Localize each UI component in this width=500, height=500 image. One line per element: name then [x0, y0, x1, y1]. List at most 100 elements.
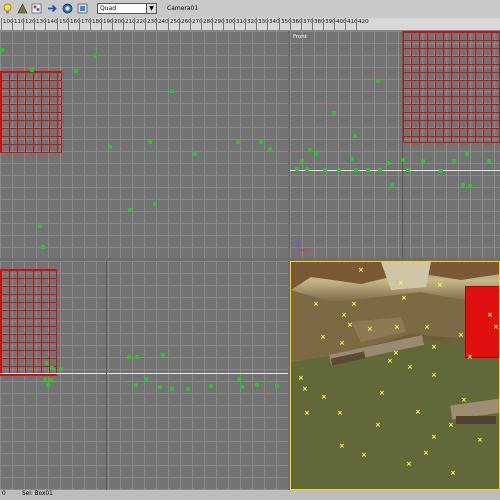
track-marker: ×	[424, 323, 430, 331]
viewport-front[interactable]: Front	[290, 31, 500, 258]
track-point	[148, 140, 152, 144]
track-point	[49, 378, 53, 382]
track-point	[161, 353, 165, 357]
track-point	[314, 152, 318, 156]
track-marker: ×	[304, 409, 310, 417]
box-object[interactable]	[0, 71, 62, 153]
track-point	[461, 183, 465, 187]
ruler-tick: 280	[201, 18, 214, 30]
track-marker: ×	[379, 389, 385, 397]
track-point	[439, 169, 443, 173]
track-point	[468, 184, 472, 188]
ground-axis	[0, 373, 288, 374]
track-point	[378, 168, 382, 172]
track-marker: ×	[367, 325, 373, 333]
track-point	[193, 152, 197, 156]
main-toolbar: Quad ▼ Camera01	[0, 0, 500, 19]
timeline-ruler[interactable]: 100 110 120 130 140 150 160 170 180 190 200 210 220 2…	[0, 18, 500, 31]
track-point	[209, 384, 213, 388]
track-point	[59, 367, 63, 371]
track-marker: ×	[341, 311, 347, 319]
track-point	[354, 168, 358, 172]
track-marker: ×	[431, 433, 437, 441]
track-point	[237, 377, 241, 381]
ruler-tick: 120	[23, 18, 36, 30]
box-object[interactable]	[402, 31, 500, 143]
viewport-top-left[interactable]	[0, 31, 288, 258]
arrow-right-icon[interactable]	[47, 3, 58, 14]
track-point	[376, 79, 380, 83]
track-marker: ×	[320, 333, 326, 341]
track-marker: ×	[467, 353, 473, 361]
track-point	[295, 167, 299, 171]
light-bulb-icon[interactable]	[2, 3, 13, 14]
track-point	[421, 159, 425, 163]
track-point	[144, 377, 148, 381]
ruler-tick: 190	[101, 18, 114, 30]
material-editor-icon[interactable]	[31, 3, 42, 14]
box-object[interactable]	[465, 286, 499, 358]
track-point	[93, 54, 97, 58]
track-point	[134, 383, 138, 387]
ruler-tick: 270	[190, 18, 203, 30]
ruler-tick: 350	[279, 18, 292, 30]
track-marker: ×	[431, 371, 437, 379]
track-marker: ×	[394, 323, 400, 331]
axis-gizmo-icon	[297, 240, 308, 251]
track-point	[0, 48, 4, 52]
ruler-tick: 180	[90, 18, 103, 30]
track-point	[386, 161, 390, 165]
ruler-tick: 380	[312, 18, 325, 30]
ruler-tick: 140	[45, 18, 58, 30]
track-marker: ×	[302, 385, 308, 393]
track-marker: ×	[423, 449, 429, 457]
track-point	[127, 355, 131, 359]
track-point	[259, 140, 263, 144]
vertical-axis	[402, 31, 403, 258]
track-marker: ×	[458, 331, 464, 339]
track-marker: ×	[415, 408, 421, 416]
ruler-tick: 410	[345, 18, 358, 30]
track-marker: ×	[398, 279, 404, 287]
ruler-tick: 100	[1, 18, 14, 30]
track-point	[350, 157, 354, 161]
ruler-tick: 390	[323, 18, 336, 30]
track-marker: ×	[375, 421, 381, 429]
vertical-axis	[106, 261, 107, 490]
track-point	[305, 167, 309, 171]
ruler-tick: 360	[290, 18, 303, 30]
track-point	[268, 147, 272, 151]
render-icon[interactable]	[62, 3, 73, 14]
selection-status: Sel: Box01	[22, 491, 53, 497]
track-point	[390, 183, 394, 187]
ruler-tick-label: 420	[358, 19, 369, 25]
ruler-tick: 370	[301, 18, 314, 30]
ruler-tick: 230	[145, 18, 158, 30]
render-setup-icon[interactable]	[17, 3, 28, 14]
chevron-down-icon[interactable]: ▼	[146, 4, 156, 13]
box-object[interactable]	[0, 269, 57, 376]
viewport-bottom-left[interactable]	[0, 261, 288, 490]
ruler-tick: 170	[79, 18, 92, 30]
viewport-camera[interactable]: × × × × × × × × × × × × × × × × × × × × …	[290, 261, 500, 490]
track-marker: ×	[347, 321, 353, 329]
track-marker: ×	[448, 421, 454, 429]
track-marker: ×	[339, 339, 345, 347]
track-marker: ×	[431, 343, 437, 351]
track-point	[255, 383, 259, 387]
track-point	[43, 377, 47, 381]
viewport-layout-select[interactable]: Quad ▼	[97, 3, 157, 14]
track-marker: ×	[339, 442, 345, 450]
ruler-tick: 240	[156, 18, 169, 30]
track-marker: ×	[401, 294, 407, 302]
ruler-tick: 330	[256, 18, 269, 30]
track-point	[300, 159, 304, 163]
frame-icon[interactable]	[77, 3, 88, 14]
ruler-tick: 400	[334, 18, 347, 30]
track-marker: ×	[493, 323, 499, 331]
track-point	[74, 69, 78, 73]
ruler-tick: 220	[134, 18, 147, 30]
viewport-label: Front	[293, 34, 307, 40]
track-marker: ×	[337, 409, 343, 417]
track-point	[366, 168, 370, 172]
